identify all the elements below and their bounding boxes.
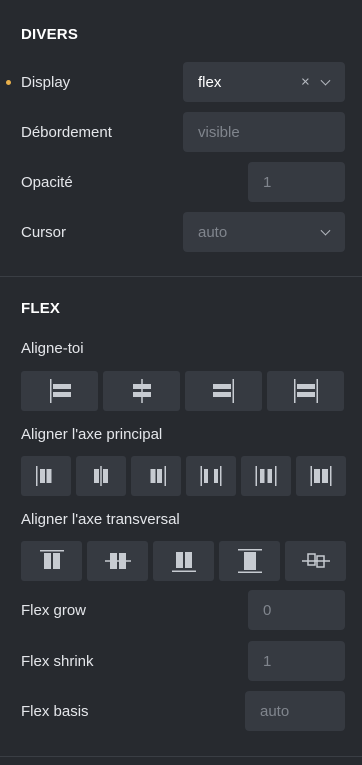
flex-basis-label: Flex basis bbox=[21, 703, 89, 720]
justify-label: Aligner l'axe principal bbox=[21, 426, 163, 443]
justify-center-icon bbox=[94, 466, 108, 486]
align-self-stretch-icon bbox=[293, 379, 318, 403]
align-self-start-icon bbox=[49, 379, 71, 403]
align-self-label: Aligne-toi bbox=[21, 340, 84, 357]
justify-space-around-icon bbox=[255, 466, 277, 486]
align-items-end-button[interactable] bbox=[153, 541, 214, 581]
display-label: Display bbox=[21, 74, 71, 91]
opacite-label: Opacité bbox=[21, 174, 73, 191]
justify-space-evenly-icon bbox=[310, 466, 332, 486]
align-items-group bbox=[21, 541, 346, 581]
align-items-start-icon bbox=[39, 550, 64, 569]
align-items-center-button[interactable] bbox=[87, 541, 148, 581]
clear-icon[interactable]: × bbox=[301, 75, 310, 90]
align-items-baseline-icon bbox=[301, 553, 330, 568]
justify-center-button[interactable] bbox=[76, 456, 126, 496]
justify-space-between-icon bbox=[200, 466, 222, 486]
justify-end-button[interactable] bbox=[131, 456, 181, 496]
chevron-down-icon[interactable] bbox=[320, 75, 331, 86]
cursor-value: auto bbox=[198, 223, 228, 241]
debordement-label: Débordement bbox=[21, 124, 112, 141]
cursor-label: Cursor bbox=[21, 224, 67, 241]
align-items-center-icon bbox=[104, 553, 131, 569]
align-self-end-icon bbox=[212, 379, 234, 403]
section-divider bbox=[0, 756, 362, 757]
justify-start-button[interactable] bbox=[21, 456, 71, 496]
align-items-stretch-icon bbox=[237, 549, 262, 573]
justify-space-between-button[interactable] bbox=[186, 456, 236, 496]
flex-grow-input[interactable]: 0 bbox=[248, 590, 345, 630]
align-self-end-button[interactable] bbox=[185, 371, 262, 411]
align-items-baseline-button[interactable] bbox=[285, 541, 346, 581]
flex-basis-input[interactable]: auto bbox=[245, 691, 345, 731]
chevron-down-icon[interactable] bbox=[320, 225, 331, 236]
align-self-group bbox=[21, 371, 344, 411]
justify-space-around-button[interactable] bbox=[241, 456, 291, 496]
align-self-start-button[interactable] bbox=[21, 371, 98, 411]
align-self-center-icon bbox=[132, 379, 151, 403]
align-items-start-button[interactable] bbox=[21, 541, 82, 581]
display-select[interactable]: flex × bbox=[183, 62, 345, 102]
flex-shrink-input[interactable]: 1 bbox=[248, 641, 345, 681]
justify-group bbox=[21, 456, 346, 496]
align-items-stretch-button[interactable] bbox=[219, 541, 280, 581]
flex-shrink-label: Flex shrink bbox=[21, 653, 94, 670]
justify-space-evenly-button[interactable] bbox=[296, 456, 346, 496]
cursor-select[interactable]: auto bbox=[183, 212, 345, 252]
justify-start-icon bbox=[36, 466, 52, 486]
section-title-divers: DIVERS bbox=[21, 26, 79, 43]
align-items-end-icon bbox=[171, 552, 196, 572]
justify-end-icon bbox=[150, 466, 166, 486]
opacite-input[interactable]: 1 bbox=[248, 162, 345, 202]
section-title-flex: FLEX bbox=[21, 300, 61, 317]
section-divider bbox=[0, 276, 362, 277]
align-self-stretch-button[interactable] bbox=[267, 371, 344, 411]
modified-indicator bbox=[6, 80, 11, 85]
align-items-label: Aligner l'axe transversal bbox=[21, 511, 180, 528]
display-value: flex bbox=[198, 73, 222, 91]
debordement-input[interactable]: visible bbox=[183, 112, 345, 152]
align-self-center-button[interactable] bbox=[103, 371, 180, 411]
flex-grow-label: Flex grow bbox=[21, 602, 87, 619]
